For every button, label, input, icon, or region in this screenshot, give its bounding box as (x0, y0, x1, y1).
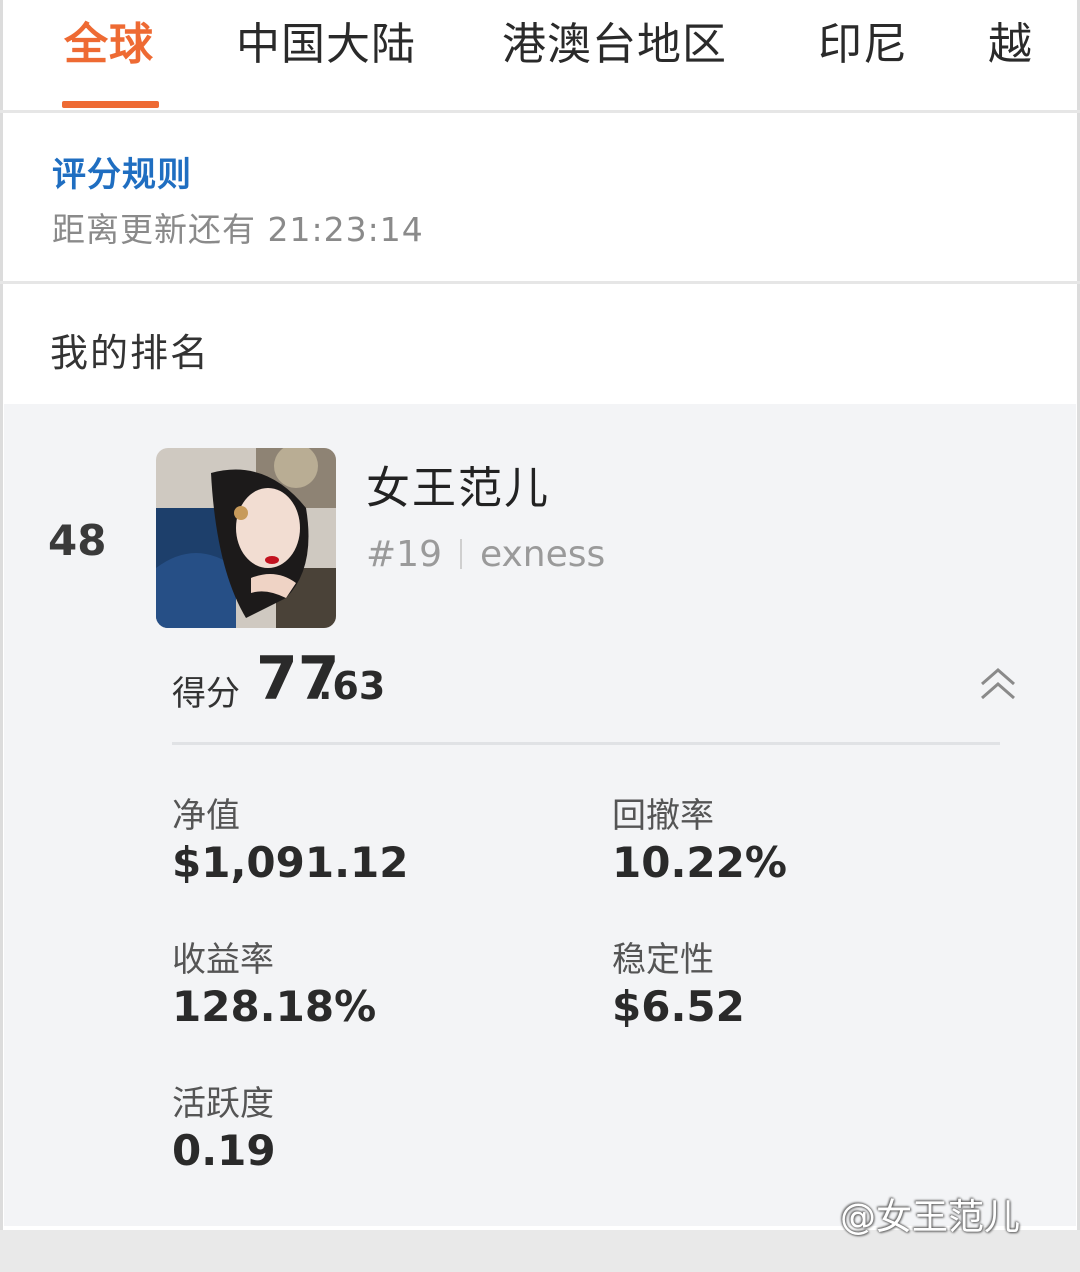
broker-name: exness (479, 534, 606, 575)
metric-label-stability: 稳定性 (612, 940, 714, 980)
metric-label-return: 收益率 (172, 940, 274, 980)
metric-value-stability: $6.52 (612, 982, 745, 1031)
watermark: @女王范儿 (840, 1197, 1021, 1238)
metric-label-equity: 净值 (172, 796, 240, 836)
metric-value-return: 128.18% (172, 982, 377, 1031)
rank-number: 48 (48, 516, 107, 565)
score-decimal: .63 (318, 664, 386, 708)
metric-value-equity: $1,091.12 (172, 838, 409, 887)
tab-mainland-china[interactable]: 中国大陆 (236, 8, 416, 72)
score-label: 得分 (172, 674, 240, 714)
metric-value-drawdown: 10.22% (612, 838, 787, 887)
meta-separator (459, 539, 462, 569)
metric-label-drawdown: 回撤率 (612, 796, 714, 836)
double-chevron-up-icon (981, 668, 1015, 700)
tab-hk-macau-taiwan[interactable]: 港澳台地区 (502, 8, 727, 72)
collapse-button[interactable] (976, 662, 1020, 706)
avatar-image (156, 448, 336, 628)
user-id: #19 (366, 534, 442, 575)
active-tab-indicator (62, 101, 159, 108)
user-name: 女王范儿 (366, 463, 550, 514)
region-tabs: 全球 中国大陆 港澳台地区 印尼 越 (0, 0, 1080, 113)
tab-vietnam[interactable]: 越 (988, 8, 1033, 72)
avatar[interactable] (156, 448, 336, 628)
update-countdown: 距离更新还有 21:23:14 (52, 210, 424, 249)
score-divider (172, 742, 1000, 745)
tab-indonesia[interactable]: 印尼 (818, 8, 908, 72)
metric-value-activity: 0.19 (172, 1126, 276, 1175)
user-meta: #19 exness (366, 534, 605, 575)
rules-section: 评分规则 距离更新还有 21:23:14 (0, 113, 1080, 284)
metric-label-activity: 活跃度 (172, 1084, 274, 1124)
my-ranking-title: 我的排名 (50, 331, 211, 375)
my-ranking-card: 48 女王范儿 #19 exness 得分 77 .63 净值 $1,091.12 (4, 404, 1076, 1226)
scoring-rules-link[interactable]: 评分规则 (52, 147, 192, 196)
tab-global[interactable]: 全球 (64, 8, 154, 72)
